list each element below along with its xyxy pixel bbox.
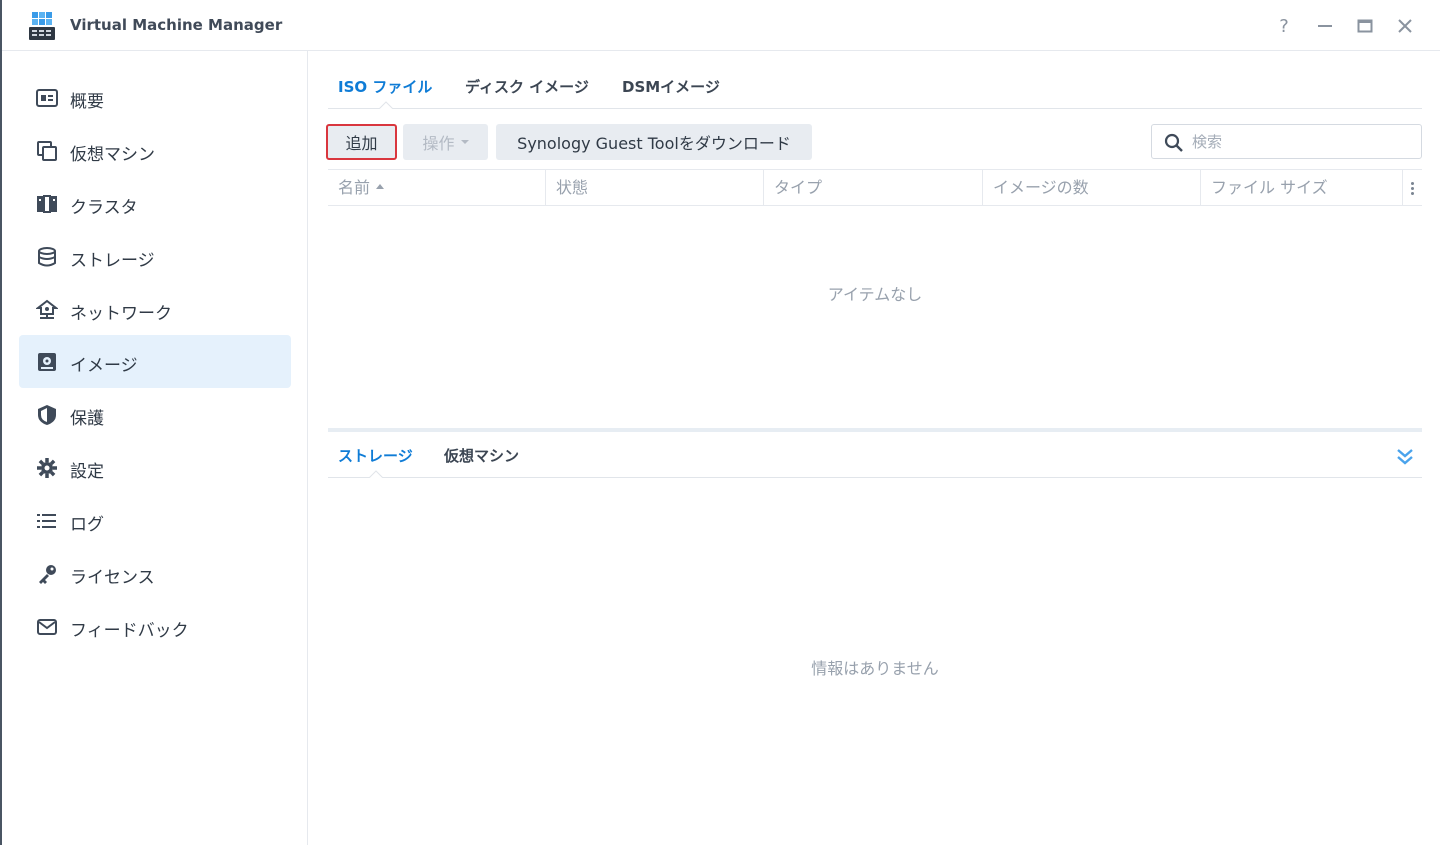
chevron-down-icon	[460, 140, 469, 144]
tab-iso-file[interactable]: ISO ファイル	[338, 76, 432, 97]
mail-icon	[37, 619, 57, 635]
search-icon	[1164, 133, 1183, 152]
app-window: Virtual Machine Manager ? 概要 仮想マシン クラスタ	[0, 0, 1440, 845]
active-tab-caret	[369, 470, 383, 478]
image-tabs: ISO ファイル ディスク イメージ DSMイメージ	[328, 71, 1422, 109]
help-button[interactable]: ?	[1272, 14, 1296, 38]
action-dropdown-button[interactable]: 操作	[403, 124, 488, 160]
sidebar-item-label: 仮想マシン	[70, 145, 155, 165]
sidebar-item-feedback[interactable]: フィードバック	[19, 600, 291, 653]
storage-icon	[38, 247, 56, 267]
search-box[interactable]	[1151, 124, 1422, 159]
help-icon: ?	[1279, 15, 1289, 37]
list-icon	[37, 514, 56, 528]
column-header-name[interactable]: 名前	[328, 170, 546, 206]
double-chevron-down-icon[interactable]	[1396, 446, 1414, 466]
title-bar: Virtual Machine Manager ?	[2, 0, 1440, 51]
sidebar-item-overview[interactable]: 概要	[19, 71, 291, 124]
column-label: タイプ	[774, 178, 823, 197]
sidebar-item-storage[interactable]: ストレージ	[19, 230, 291, 283]
search-input[interactable]	[1192, 132, 1412, 152]
sidebar-item-label: フィードバック	[70, 621, 189, 641]
close-icon	[1398, 19, 1412, 33]
sidebar-item-protection[interactable]: 保護	[19, 388, 291, 441]
shield-icon	[38, 405, 56, 425]
column-header-file-size[interactable]: ファイル サイズ	[1201, 170, 1403, 206]
download-button-label: Synology Guest Toolをダウンロード	[517, 134, 791, 153]
column-label: 状態	[556, 178, 589, 197]
action-button-label: 操作	[422, 134, 455, 153]
sidebar-item-label: ストレージ	[70, 251, 155, 271]
cluster-icon	[37, 195, 57, 213]
table-empty-message: アイテムなし	[827, 285, 923, 304]
more-vertical-icon	[1411, 182, 1414, 185]
column-header-status[interactable]: 状態	[546, 170, 764, 206]
tab-dsm-image[interactable]: DSMイメージ	[622, 76, 720, 97]
download-guest-tool-button[interactable]: Synology Guest Toolをダウンロード	[496, 124, 812, 160]
sidebar-item-label: ログ	[70, 515, 104, 535]
sort-ascending-icon	[376, 184, 385, 189]
key-icon	[39, 565, 56, 584]
tab-virtual-machine[interactable]: 仮想マシン	[444, 445, 519, 466]
maximize-button[interactable]	[1353, 14, 1377, 38]
sidebar-item-label: ネットワーク	[70, 304, 172, 324]
window-title: Virtual Machine Manager	[70, 16, 283, 34]
column-header-image-count[interactable]: イメージの数	[983, 170, 1201, 206]
column-header-type[interactable]: タイプ	[764, 170, 983, 206]
tab-disk-image[interactable]: ディスク イメージ	[465, 76, 589, 97]
sidebar-item-settings[interactable]: 設定	[19, 441, 291, 494]
network-icon	[36, 299, 58, 319]
sidebar-item-label: クラスタ	[70, 198, 138, 218]
column-label: ファイル サイズ	[1211, 178, 1328, 197]
sidebar-item-label: 概要	[70, 92, 104, 112]
virtual-machine-manager-icon	[29, 12, 55, 40]
maximize-icon	[1357, 19, 1373, 33]
sidebar-item-cluster[interactable]: クラスタ	[19, 177, 291, 230]
tab-storage[interactable]: ストレージ	[338, 445, 413, 466]
sidebar-item-image[interactable]: イメージ	[19, 335, 291, 388]
vm-icon	[37, 141, 57, 161]
column-label: イメージの数	[993, 178, 1089, 197]
toolbar: 追加 操作 Synology Guest Toolをダウンロード	[326, 124, 1422, 160]
sidebar-item-network[interactable]: ネットワーク	[19, 283, 291, 336]
add-button[interactable]: 追加	[326, 124, 397, 160]
minimize-button[interactable]	[1313, 14, 1337, 38]
image-icon	[38, 353, 56, 371]
sidebar-item-virtual-machines[interactable]: 仮想マシン	[19, 124, 291, 177]
sidebar-item-license[interactable]: ライセンス	[19, 547, 291, 600]
sidebar-item-label: イメージ	[70, 356, 138, 376]
active-tab-caret	[379, 101, 393, 109]
sidebar-item-log[interactable]: ログ	[19, 494, 291, 547]
minimize-icon	[1318, 25, 1332, 27]
close-button[interactable]	[1393, 14, 1417, 38]
detail-empty-message: 情報はありません	[811, 659, 939, 678]
main-panel: ISO ファイル ディスク イメージ DSMイメージ 追加 操作 Synolog…	[308, 51, 1440, 845]
gear-icon	[37, 458, 57, 478]
sidebar-item-label: 設定	[70, 462, 104, 482]
overview-icon	[36, 89, 58, 107]
sidebar-item-label: ライセンス	[70, 568, 155, 588]
detail-tabs: ストレージ 仮想マシン	[328, 432, 1422, 478]
column-label: 名前	[338, 178, 371, 197]
sidebar: 概要 仮想マシン クラスタ ストレージ ネットワーク イメージ 保護 設定 ログ…	[4, 51, 308, 845]
table-header: 名前 状態 タイプ イメージの数 ファイル サイズ	[328, 169, 1422, 206]
add-button-label: 追加	[345, 134, 378, 153]
column-options-button[interactable]	[1403, 170, 1422, 206]
sidebar-item-label: 保護	[70, 409, 104, 429]
